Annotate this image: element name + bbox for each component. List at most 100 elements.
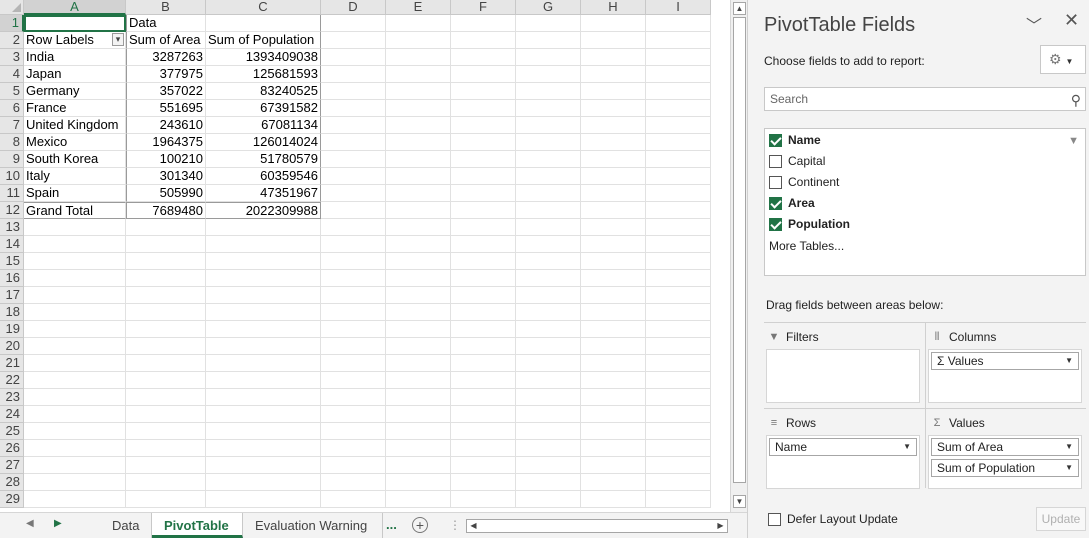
- cell-d25[interactable]: [321, 423, 386, 440]
- cell-h21[interactable]: [581, 355, 646, 372]
- search-input[interactable]: Search ⚲: [764, 87, 1086, 111]
- dropdown-arrow-icon[interactable]: ▼: [1065, 353, 1073, 369]
- pivot-value-area[interactable]: 551695: [126, 100, 206, 117]
- cell-f3[interactable]: [451, 49, 516, 66]
- dropdown-arrow-icon[interactable]: ▼: [1065, 439, 1073, 455]
- cell-i24[interactable]: [646, 406, 711, 423]
- cell-d3[interactable]: [321, 49, 386, 66]
- cell-i27[interactable]: [646, 457, 711, 474]
- cell-g26[interactable]: [516, 440, 581, 457]
- cell-h6[interactable]: [581, 100, 646, 117]
- cell-i23[interactable]: [646, 389, 711, 406]
- cell-d29[interactable]: [321, 491, 386, 508]
- cell-b29[interactable]: [126, 491, 206, 508]
- cell-c26[interactable]: [206, 440, 321, 457]
- row-labels-filter-icon[interactable]: ▾: [112, 33, 124, 46]
- row-header[interactable]: 3: [0, 49, 24, 66]
- pivot-value-population[interactable]: 67081134: [206, 117, 321, 134]
- cell-f29[interactable]: [451, 491, 516, 508]
- cell-h1[interactable]: [581, 15, 646, 32]
- cell-a23[interactable]: [24, 389, 126, 406]
- pivot-value-area[interactable]: 3287263: [126, 49, 206, 66]
- cell-b23[interactable]: [126, 389, 206, 406]
- pivot-row-label[interactable]: Germany: [24, 83, 126, 100]
- cell-g14[interactable]: [516, 236, 581, 253]
- cell-i22[interactable]: [646, 372, 711, 389]
- row-header[interactable]: 15: [0, 253, 24, 270]
- row-header[interactable]: 29: [0, 491, 24, 508]
- cell-a19[interactable]: [24, 321, 126, 338]
- cell-d12[interactable]: [321, 202, 386, 219]
- cell-h11[interactable]: [581, 185, 646, 202]
- cell-a28[interactable]: [24, 474, 126, 491]
- defer-layout-update[interactable]: Defer Layout Update: [768, 512, 898, 526]
- cell-i15[interactable]: [646, 253, 711, 270]
- cell-f10[interactable]: [451, 168, 516, 185]
- cell-e8[interactable]: [386, 134, 451, 151]
- column-header-h[interactable]: H: [581, 0, 646, 15]
- cell-c13[interactable]: [206, 219, 321, 236]
- cell-g10[interactable]: [516, 168, 581, 185]
- cell-g1[interactable]: [516, 15, 581, 32]
- cell-h4[interactable]: [581, 66, 646, 83]
- cell-e20[interactable]: [386, 338, 451, 355]
- cell-c21[interactable]: [206, 355, 321, 372]
- cell-d22[interactable]: [321, 372, 386, 389]
- cell-c15[interactable]: [206, 253, 321, 270]
- cell-d6[interactable]: [321, 100, 386, 117]
- cell-f7[interactable]: [451, 117, 516, 134]
- cell-h24[interactable]: [581, 406, 646, 423]
- select-all-corner[interactable]: [0, 0, 24, 15]
- cell-i7[interactable]: [646, 117, 711, 134]
- cell-g19[interactable]: [516, 321, 581, 338]
- cell-f13[interactable]: [451, 219, 516, 236]
- cell-i19[interactable]: [646, 321, 711, 338]
- cell-h13[interactable]: [581, 219, 646, 236]
- cell-b14[interactable]: [126, 236, 206, 253]
- cell-f4[interactable]: [451, 66, 516, 83]
- pivot-value-population[interactable]: 125681593: [206, 66, 321, 83]
- cell-a26[interactable]: [24, 440, 126, 457]
- cell-f6[interactable]: [451, 100, 516, 117]
- cell-a21[interactable]: [24, 355, 126, 372]
- pivot-grand-total-area[interactable]: 7689480: [126, 202, 206, 219]
- scroll-down-icon[interactable]: ▼: [733, 495, 746, 508]
- cell-g12[interactable]: [516, 202, 581, 219]
- cell-f22[interactable]: [451, 372, 516, 389]
- cell-c16[interactable]: [206, 270, 321, 287]
- cell-d28[interactable]: [321, 474, 386, 491]
- pivot-value-population[interactable]: 1393409038: [206, 49, 321, 66]
- row-header[interactable]: 21: [0, 355, 24, 372]
- cell-a17[interactable]: [24, 287, 126, 304]
- horizontal-scrollbar[interactable]: ◀ ▶: [466, 519, 728, 533]
- cell-c18[interactable]: [206, 304, 321, 321]
- cell-b21[interactable]: [126, 355, 206, 372]
- cell-d4[interactable]: [321, 66, 386, 83]
- cell-f2[interactable]: [451, 32, 516, 49]
- values-sum-area-pill[interactable]: Sum of Area ▼: [931, 438, 1079, 456]
- tools-button[interactable]: ⚙ ▼: [1040, 45, 1086, 74]
- cell-f17[interactable]: [451, 287, 516, 304]
- cell-h7[interactable]: [581, 117, 646, 134]
- tab-data[interactable]: Data: [100, 513, 152, 538]
- pivot-grand-total-label[interactable]: Grand Total: [24, 202, 126, 219]
- cell-h26[interactable]: [581, 440, 646, 457]
- cell-g8[interactable]: [516, 134, 581, 151]
- cell-a13[interactable]: [24, 219, 126, 236]
- row-header[interactable]: 26: [0, 440, 24, 457]
- pivot-grand-total-population[interactable]: 2022309988: [206, 202, 321, 219]
- cell-c24[interactable]: [206, 406, 321, 423]
- cell-e11[interactable]: [386, 185, 451, 202]
- tab-pivottable[interactable]: PivotTable: [152, 513, 243, 538]
- cell-c1[interactable]: [206, 15, 321, 32]
- cell-d10[interactable]: [321, 168, 386, 185]
- scroll-up-icon[interactable]: ▲: [733, 2, 746, 15]
- cell-f26[interactable]: [451, 440, 516, 457]
- pivot-value-area[interactable]: 301340: [126, 168, 206, 185]
- cell-g25[interactable]: [516, 423, 581, 440]
- pivot-value-area[interactable]: 1964375: [126, 134, 206, 151]
- cell-i29[interactable]: [646, 491, 711, 508]
- cell-e6[interactable]: [386, 100, 451, 117]
- cell-b20[interactable]: [126, 338, 206, 355]
- pivot-value-area[interactable]: 100210: [126, 151, 206, 168]
